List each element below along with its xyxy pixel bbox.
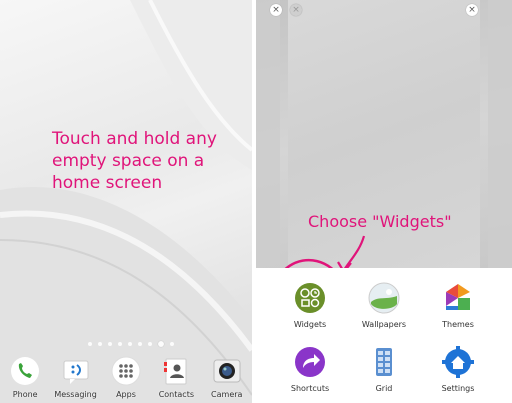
shortcuts-icon — [294, 346, 326, 378]
shortcuts-label: Shortcuts — [290, 384, 330, 393]
page-dot — [88, 342, 92, 346]
dock-phone[interactable]: Phone — [0, 352, 50, 403]
contacts-icon — [161, 356, 191, 386]
grid-icon — [368, 346, 400, 378]
close-icon[interactable]: × — [290, 4, 302, 16]
dock-messaging[interactable]: Messaging — [51, 352, 101, 403]
page-dot — [128, 342, 132, 346]
dock-label: Camera — [211, 390, 243, 399]
close-icon[interactable]: × — [466, 4, 478, 16]
widgets-button[interactable]: Widgets — [274, 282, 346, 329]
edit-menu: Widgets Wallpapers Themes Shortcuts Grid… — [256, 268, 512, 403]
instruction-text: Touch and hold any empty space on a home… — [52, 129, 217, 193]
wallpapers-icon — [368, 282, 400, 314]
page-dot — [138, 342, 142, 346]
themes-icon — [442, 282, 474, 314]
wallpapers-button[interactable]: Wallpapers — [348, 282, 420, 329]
messaging-icon — [61, 356, 91, 386]
settings-label: Settings — [441, 384, 475, 393]
dock-label: Phone — [12, 390, 38, 399]
shortcuts-button[interactable]: Shortcuts — [274, 346, 346, 393]
phone-icon — [10, 356, 40, 386]
home-pane-preview[interactable] — [488, 0, 512, 268]
grid-label: Grid — [375, 384, 393, 393]
page-dot — [170, 342, 174, 346]
camera-icon — [212, 356, 242, 386]
themes-button[interactable]: Themes — [422, 282, 494, 329]
apps-icon — [111, 356, 141, 386]
dock-apps[interactable]: Apps — [101, 352, 151, 403]
page-dot — [108, 342, 112, 346]
page-indicator — [88, 341, 174, 347]
home-edit-screen: × × × Choose "Widgets" Widgets Wallpaper… — [256, 0, 512, 403]
grid-button[interactable]: Grid — [348, 346, 420, 393]
dock-label: Apps — [116, 390, 136, 399]
wallpapers-label: Wallpapers — [361, 320, 407, 329]
close-icon[interactable]: × — [270, 4, 282, 16]
settings-button[interactable]: Settings — [422, 346, 494, 393]
dock-contacts[interactable]: Contacts — [151, 352, 201, 403]
instruction-text: Choose "Widgets" — [308, 212, 452, 231]
dock-label: Messaging — [54, 390, 97, 399]
page-dot — [98, 342, 102, 346]
settings-home-icon — [442, 346, 474, 378]
widgets-icon — [294, 282, 326, 314]
page-dot — [148, 342, 152, 346]
themes-label: Themes — [442, 320, 474, 329]
page-dot-active — [158, 341, 164, 347]
widgets-label: Widgets — [293, 320, 327, 329]
page-dot — [118, 342, 122, 346]
dock-label: Contacts — [158, 390, 194, 399]
dock-camera[interactable]: Camera — [202, 352, 252, 403]
dock: Phone Messaging Apps Contacts Camera — [0, 352, 252, 403]
home-pane-preview[interactable] — [256, 0, 280, 268]
home-screen[interactable]: Touch and hold any empty space on a home… — [0, 0, 252, 403]
